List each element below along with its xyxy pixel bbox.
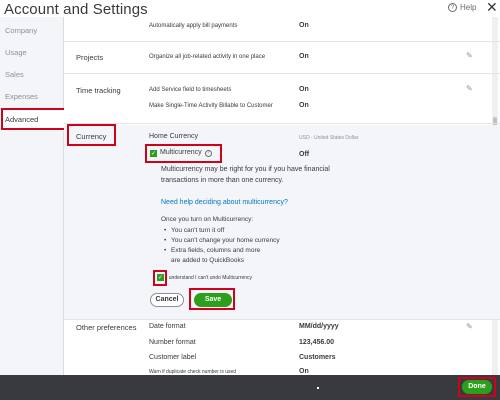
help-label: Help	[460, 3, 477, 12]
divider	[64, 73, 500, 74]
time-tracking-text-1: Add Service field to timesheets	[149, 87, 232, 93]
other-preferences-label: Other preferences	[76, 323, 137, 332]
sidebar-item-expenses[interactable]: Expenses	[0, 86, 64, 108]
multicurrency-description: Multicurrency may be right for you if yo…	[161, 166, 330, 184]
settings-main: Automatically apply bill payments On Pro…	[64, 17, 500, 375]
customer-label-label: Customer label	[149, 354, 197, 361]
divider	[64, 319, 500, 320]
sidebar-item-usage[interactable]: Usage	[0, 42, 64, 64]
time-tracking-value-1: On	[299, 86, 309, 93]
divider	[64, 41, 500, 42]
edit-time-tracking-pencil-icon[interactable]: ✎	[466, 84, 473, 93]
list-item: Extra fields, columns and more are added…	[161, 246, 271, 266]
sidebar-item-company[interactable]: Company	[0, 20, 64, 42]
bill-payments-value: On	[299, 22, 309, 29]
highlight-understand-checkbox	[153, 270, 167, 286]
highlight-done-button	[458, 377, 496, 397]
highlight-multicurrency	[145, 144, 222, 163]
home-currency-label: Home Currency	[149, 133, 199, 140]
time-tracking-label: Time tracking	[76, 86, 121, 95]
highlight-advanced	[1, 108, 66, 130]
date-format-label: Date format	[149, 323, 186, 330]
sidebar-item-sales[interactable]: Sales	[0, 64, 64, 86]
projects-text: Organize all job-related activity in one…	[149, 54, 266, 60]
understand-label: I understand I can't undo Multicurrency	[166, 275, 253, 281]
help-link[interactable]: ? Help	[448, 3, 476, 12]
highlight-currency	[67, 124, 116, 146]
edit-projects-pencil-icon[interactable]: ✎	[466, 51, 473, 60]
projects-value: On	[299, 53, 309, 60]
bill-payments-text: Automatically apply bill payments	[149, 23, 238, 29]
duplicate-check-value: On	[299, 368, 309, 375]
page-title: Account and Settings	[4, 1, 148, 18]
time-tracking-text-2: Make Single-Time Activity Billable to Cu…	[149, 103, 273, 109]
number-format-label: Number format	[149, 339, 196, 346]
header: Account and Settings ? Help ✕	[0, 0, 500, 18]
multicurrency-value: Off	[299, 151, 310, 158]
edit-other-preferences-pencil-icon[interactable]: ✎	[466, 322, 473, 331]
currency-panel	[64, 125, 500, 319]
footer-dot	[317, 387, 319, 389]
warning-list: You can't turn it off You can't change y…	[161, 226, 351, 266]
multicurrency-help-link[interactable]: Need help deciding about multicurrency?	[161, 199, 288, 206]
customer-label-value: Customers	[299, 354, 336, 361]
divider	[64, 123, 500, 124]
highlight-save-button	[189, 288, 235, 310]
sidebar: Company Usage Sales Expenses Advanced	[0, 17, 64, 375]
home-currency-value: USD - United States Dollar	[299, 135, 359, 141]
list-item: You can't turn it off	[161, 226, 351, 236]
time-tracking-value-2: On	[299, 102, 309, 109]
help-icon: ?	[448, 3, 457, 12]
projects-label: Projects	[76, 53, 104, 62]
settings-window: Account and Settings ? Help ✕ Company Us…	[0, 0, 500, 400]
cancel-button[interactable]: Cancel	[150, 293, 184, 307]
close-icon[interactable]: ✕	[486, 0, 498, 14]
footer-bar: Done	[0, 375, 500, 400]
number-format-value: 123,456.00	[299, 339, 335, 346]
list-item: You can't change your home currency	[161, 236, 351, 246]
date-format-value: MM/dd/yyyy	[299, 323, 339, 330]
once-text: Once you turn on Multicurrency:	[161, 216, 254, 223]
